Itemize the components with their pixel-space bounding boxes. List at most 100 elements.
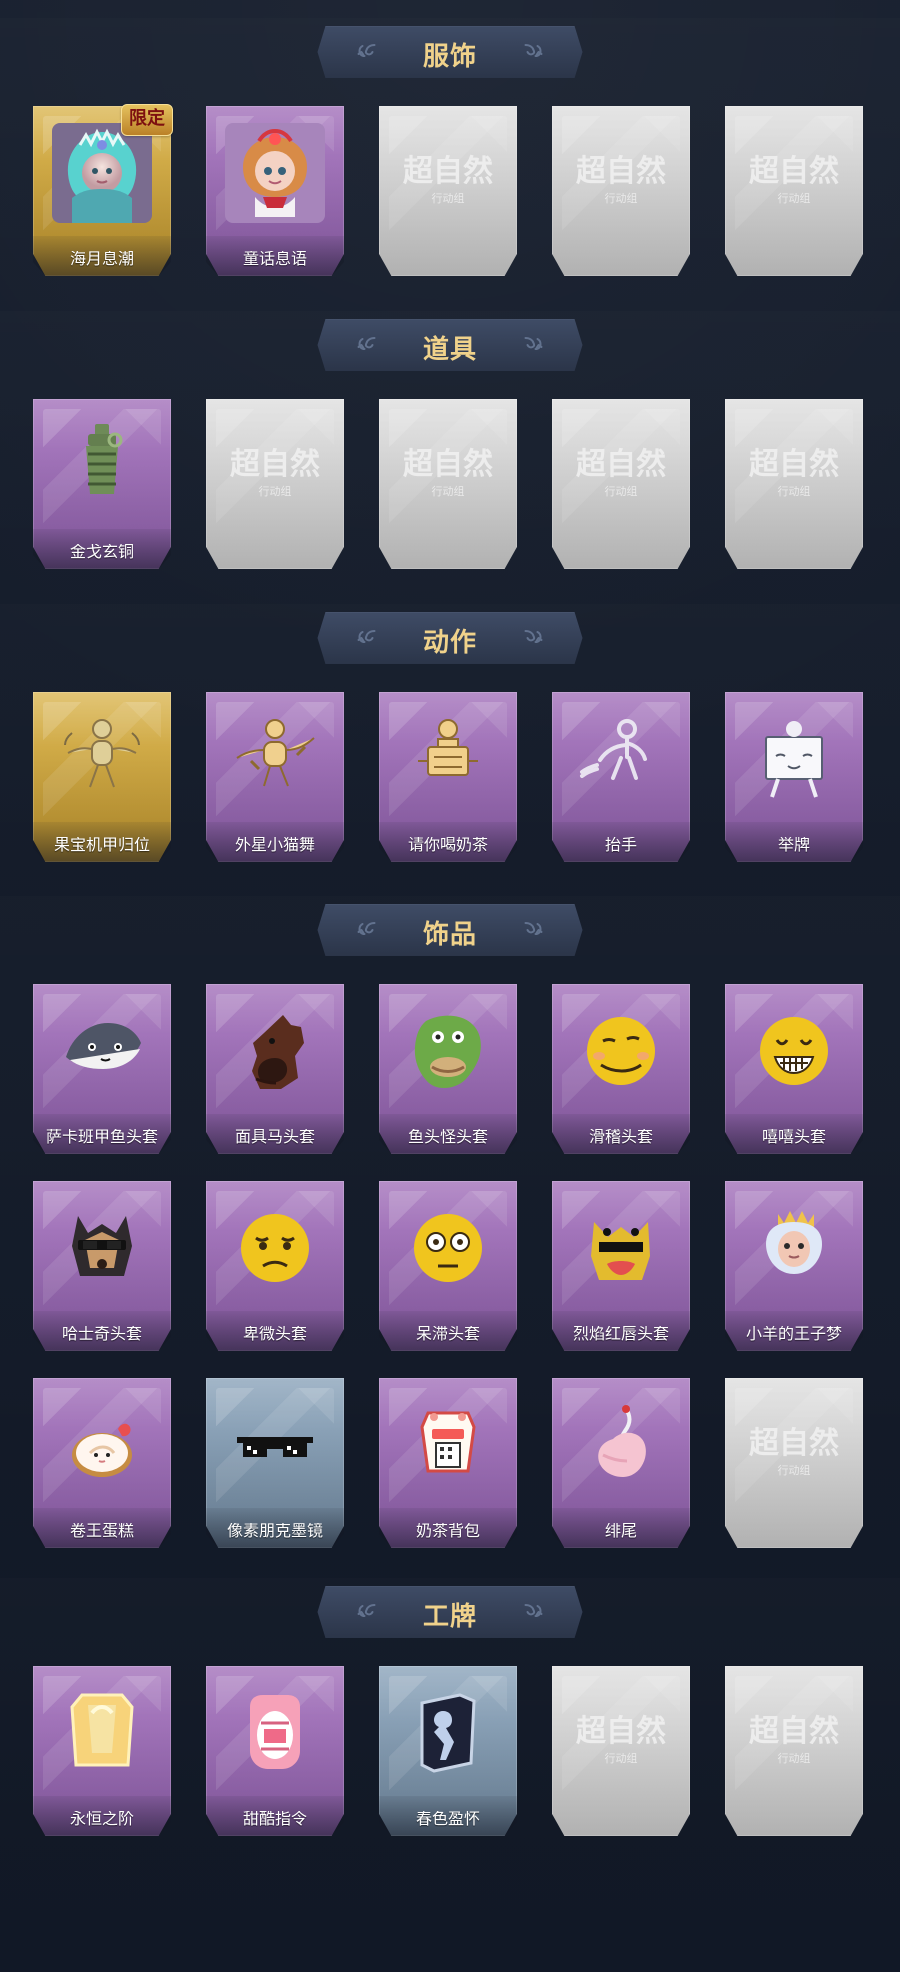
limited-badge: 限定 — [121, 104, 173, 136]
card-label: 小羊的王子梦 — [745, 1326, 842, 1342]
watermark-title: 超自然 — [576, 154, 666, 189]
item-card[interactable]: 鱼头怪头套 — [379, 984, 517, 1154]
section-header: 动作 — [317, 612, 583, 664]
card-row: 永恒之阶 甜酷指令 春色盈怀 超自然 行动组 超自然 行动组 — [33, 1666, 863, 1836]
card-label: 海月息潮 — [69, 251, 134, 267]
section-header: 工牌 — [317, 1586, 583, 1638]
item-card[interactable]: 卑微头套 — [206, 1181, 344, 1351]
locked-item-card[interactable]: 超自然 行动组 — [379, 106, 517, 276]
locked-item-card[interactable]: 超自然 行动组 — [725, 399, 863, 569]
watermark-subtitle: 行动组 — [778, 191, 811, 205]
item-card[interactable]: 奶茶背包 — [379, 1378, 517, 1548]
item-card[interactable]: 春色盈怀 — [379, 1666, 517, 1836]
item-card[interactable]: 绯尾 — [552, 1378, 690, 1548]
item-card[interactable]: 呆滞头套 — [379, 1181, 517, 1351]
card-label: 哈士奇头套 — [61, 1326, 142, 1342]
item-card[interactable]: 举牌 — [725, 692, 863, 862]
hold-sign-pose-icon — [744, 708, 844, 810]
sea-maiden-portrait-icon — [52, 122, 152, 224]
golden-card-icon — [52, 1682, 152, 1784]
card-row: 哈士奇头套 卑微头套 呆滞头套 烈焰红唇头套 小羊的王子梦 — [33, 1181, 863, 1351]
watermark-title: 超自然 — [230, 447, 320, 482]
locked-watermark-icon: 超自然 行动组 — [565, 146, 677, 214]
page-background: 服饰 海月息潮 限定 童话息语 超自然 行动组 超自然 行动组 超自然 行动组 道具 金戈玄铜超… — [0, 0, 900, 1972]
card-label: 鱼头怪头套 — [407, 1129, 488, 1145]
dazed-face-icon — [398, 1197, 498, 1299]
locked-watermark-icon: 超自然 行动组 — [565, 439, 677, 507]
item-card[interactable]: 哈士奇头套 — [33, 1181, 171, 1351]
watermark-title: 超自然 — [749, 1714, 839, 1749]
item-card[interactable]: 卷王蛋糕 — [33, 1378, 171, 1548]
watermark-title: 超自然 — [749, 154, 839, 189]
locked-watermark-icon: 超自然 行动组 — [392, 146, 504, 214]
item-card[interactable]: 外星小猫舞 — [206, 692, 344, 862]
watermark-title: 超自然 — [576, 1714, 666, 1749]
item-card[interactable]: 萨卡班甲鱼头套 — [33, 984, 171, 1154]
section-title: 工牌 — [422, 1602, 477, 1632]
item-card[interactable]: 嘻嘻头套 — [725, 984, 863, 1154]
item-card[interactable]: 甜酷指令 — [206, 1666, 344, 1836]
item-card[interactable]: 像素朋克墨镜 — [206, 1378, 344, 1548]
watermark-subtitle: 行动组 — [778, 1463, 811, 1477]
card-label: 滑稽头套 — [588, 1129, 653, 1145]
item-card[interactable]: 抬手 — [552, 692, 690, 862]
locked-item-card[interactable]: 超自然 行动组 — [552, 1666, 690, 1836]
locked-item-card[interactable]: 超自然 行动组 — [206, 399, 344, 569]
watermark-title: 超自然 — [749, 447, 839, 482]
card-label: 金戈玄铜 — [69, 544, 134, 560]
sheep-crown-icon — [744, 1197, 844, 1299]
card-label: 永恒之阶 — [69, 1811, 134, 1827]
item-card[interactable]: 烈焰红唇头套 — [552, 1181, 690, 1351]
card-label: 童话息语 — [242, 251, 307, 267]
watermark-subtitle: 行动组 — [432, 484, 465, 498]
watermark-subtitle: 行动组 — [605, 484, 638, 498]
card-grid: 果宝机甲归位 外星小猫舞 请你喝奶茶 抬手 举牌 — [33, 692, 863, 889]
section-badges: 工牌 永恒之阶 甜酷指令 春色盈怀 超自然 行动组 超自然 行动组 — [0, 1578, 900, 1854]
locked-item-card[interactable]: 超自然 行动组 — [552, 106, 690, 276]
item-card[interactable]: 永恒之阶 — [33, 1666, 171, 1836]
smirk-face-icon — [571, 1000, 671, 1102]
locked-item-card[interactable]: 超自然 行动组 — [725, 1666, 863, 1836]
locked-item-card[interactable]: 超自然 行动组 — [379, 399, 517, 569]
card-grid: 海月息潮 限定 童话息语 超自然 行动组 超自然 行动组 超自然 行动组 — [33, 104, 863, 303]
item-card[interactable]: 果宝机甲归位 — [33, 692, 171, 862]
husky-head-icon — [52, 1197, 152, 1299]
sad-face-icon — [225, 1197, 325, 1299]
card-label: 烈焰红唇头套 — [572, 1326, 669, 1342]
milk-tea-pose-icon — [398, 708, 498, 810]
watermark-title: 超自然 — [576, 447, 666, 482]
cake-roll-icon — [52, 1394, 152, 1496]
section-header: 饰品 — [317, 904, 583, 956]
locked-watermark-icon: 超自然 行动组 — [738, 1706, 850, 1774]
item-card[interactable]: 海月息潮 限定 — [33, 104, 173, 276]
locked-watermark-icon: 超自然 行动组 — [392, 439, 504, 507]
card-label: 像素朋克墨镜 — [226, 1523, 323, 1539]
item-card[interactable]: 童话息语 — [206, 106, 344, 276]
watermark-subtitle: 行动组 — [605, 1751, 638, 1765]
locked-watermark-icon: 超自然 行动组 — [565, 1706, 677, 1774]
card-label: 举牌 — [777, 837, 810, 853]
locked-item-card[interactable]: 超自然 行动组 — [552, 399, 690, 569]
fairy-girl-portrait-icon — [225, 122, 325, 224]
card-label: 绯尾 — [604, 1523, 637, 1539]
locked-watermark-icon: 超自然 行动组 — [219, 439, 331, 507]
item-card[interactable]: 小羊的王子梦 — [725, 1181, 863, 1351]
red-lips-mask-icon — [571, 1197, 671, 1299]
card-row: 金戈玄铜 超自然 行动组 超自然 行动组 超自然 行动组 超自然 行动组 — [33, 399, 863, 569]
locked-item-card[interactable]: 超自然 行动组 — [725, 106, 863, 276]
locked-watermark-icon: 超自然 行动组 — [738, 1418, 850, 1486]
card-row: 萨卡班甲鱼头套 面具马头套 鱼头怪头套 滑稽头套 嘻嘻头套 — [33, 984, 863, 1154]
section-header: 服饰 — [317, 26, 583, 78]
item-card[interactable]: 滑稽头套 — [552, 984, 690, 1154]
section-actions: 动作 果宝机甲归位 外星小猫舞 请你喝奶茶 抬手 举牌 — [0, 604, 900, 872]
card-label: 卑微头套 — [242, 1326, 307, 1342]
card-label: 抬手 — [604, 837, 637, 853]
card-row: 卷王蛋糕 像素朋克墨镜 奶茶背包 绯尾 超自然 行动组 — [33, 1378, 863, 1548]
section-title: 服饰 — [422, 42, 477, 72]
card-label: 萨卡班甲鱼头套 — [45, 1129, 158, 1145]
locked-item-card[interactable]: 超自然 行动组 — [725, 1378, 863, 1548]
item-card[interactable]: 面具马头套 — [206, 984, 344, 1154]
silhouette-card-icon — [398, 1682, 498, 1784]
item-card[interactable]: 金戈玄铜 — [33, 399, 171, 569]
item-card[interactable]: 请你喝奶茶 — [379, 692, 517, 862]
